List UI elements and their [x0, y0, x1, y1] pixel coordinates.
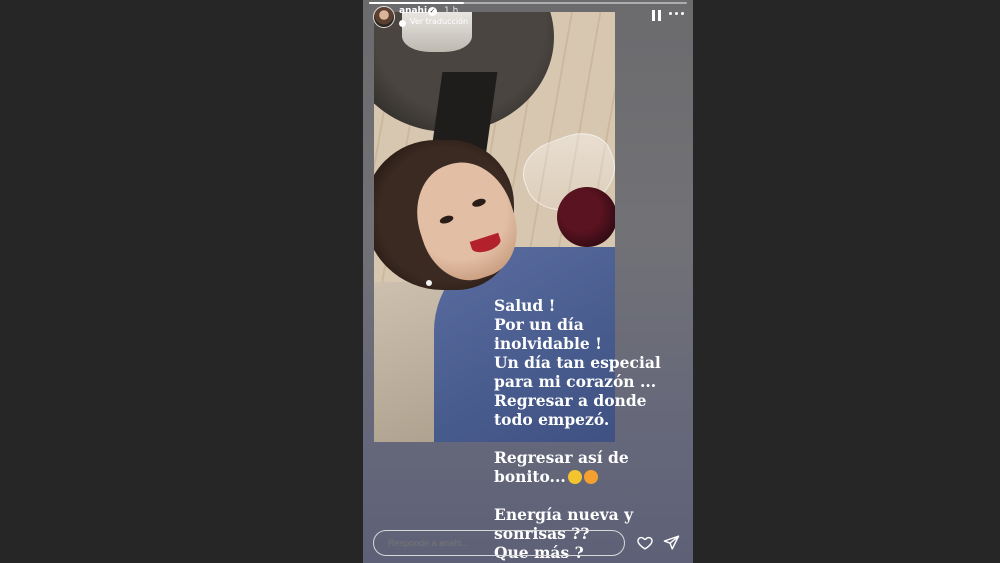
smile — [469, 232, 503, 256]
caption-line: Por un día — [494, 315, 584, 334]
caption-line: Regresar a donde — [494, 391, 647, 410]
earring — [426, 280, 432, 286]
wine — [557, 187, 615, 247]
reply-input[interactable] — [373, 530, 625, 556]
heart-icon[interactable] — [636, 534, 654, 551]
avatar[interactable] — [373, 6, 395, 28]
story-footer — [363, 523, 693, 563]
verified-icon: ✓ — [428, 7, 437, 16]
caption-line: Salud ! — [494, 296, 556, 315]
caption-line: Regresar así de — [494, 448, 629, 467]
pause-icon[interactable] — [652, 10, 662, 21]
caption-line: bonito... — [494, 467, 566, 486]
caption-line: inolvidable ! — [494, 334, 602, 353]
timestamp: 1 h — [444, 6, 459, 16]
username[interactable]: anahi — [399, 6, 427, 16]
caption-line-with-emoji: bonito... — [494, 467, 684, 486]
heart-eyes-emoji — [583, 470, 598, 484]
more-icon[interactable] — [667, 6, 687, 22]
caption-line: todo empezó. — [494, 410, 610, 429]
caption-line: para mi corazón ... — [494, 372, 657, 391]
pleading-face-emoji — [567, 470, 582, 484]
story-viewer[interactable]: anahi ✓ 1 h Ver traducción Salud ! Por u… — [363, 0, 693, 563]
caption-line: Energía nueva y — [494, 505, 634, 524]
eye-right — [471, 197, 487, 209]
translate-icon — [399, 20, 406, 27]
caption-line: Un día tan especial — [494, 353, 661, 372]
translate-link[interactable]: Ver traducción — [410, 17, 468, 26]
eye-left — [438, 214, 455, 226]
send-icon[interactable] — [663, 534, 680, 551]
story-header: anahi ✓ 1 h Ver traducción — [371, 4, 685, 28]
